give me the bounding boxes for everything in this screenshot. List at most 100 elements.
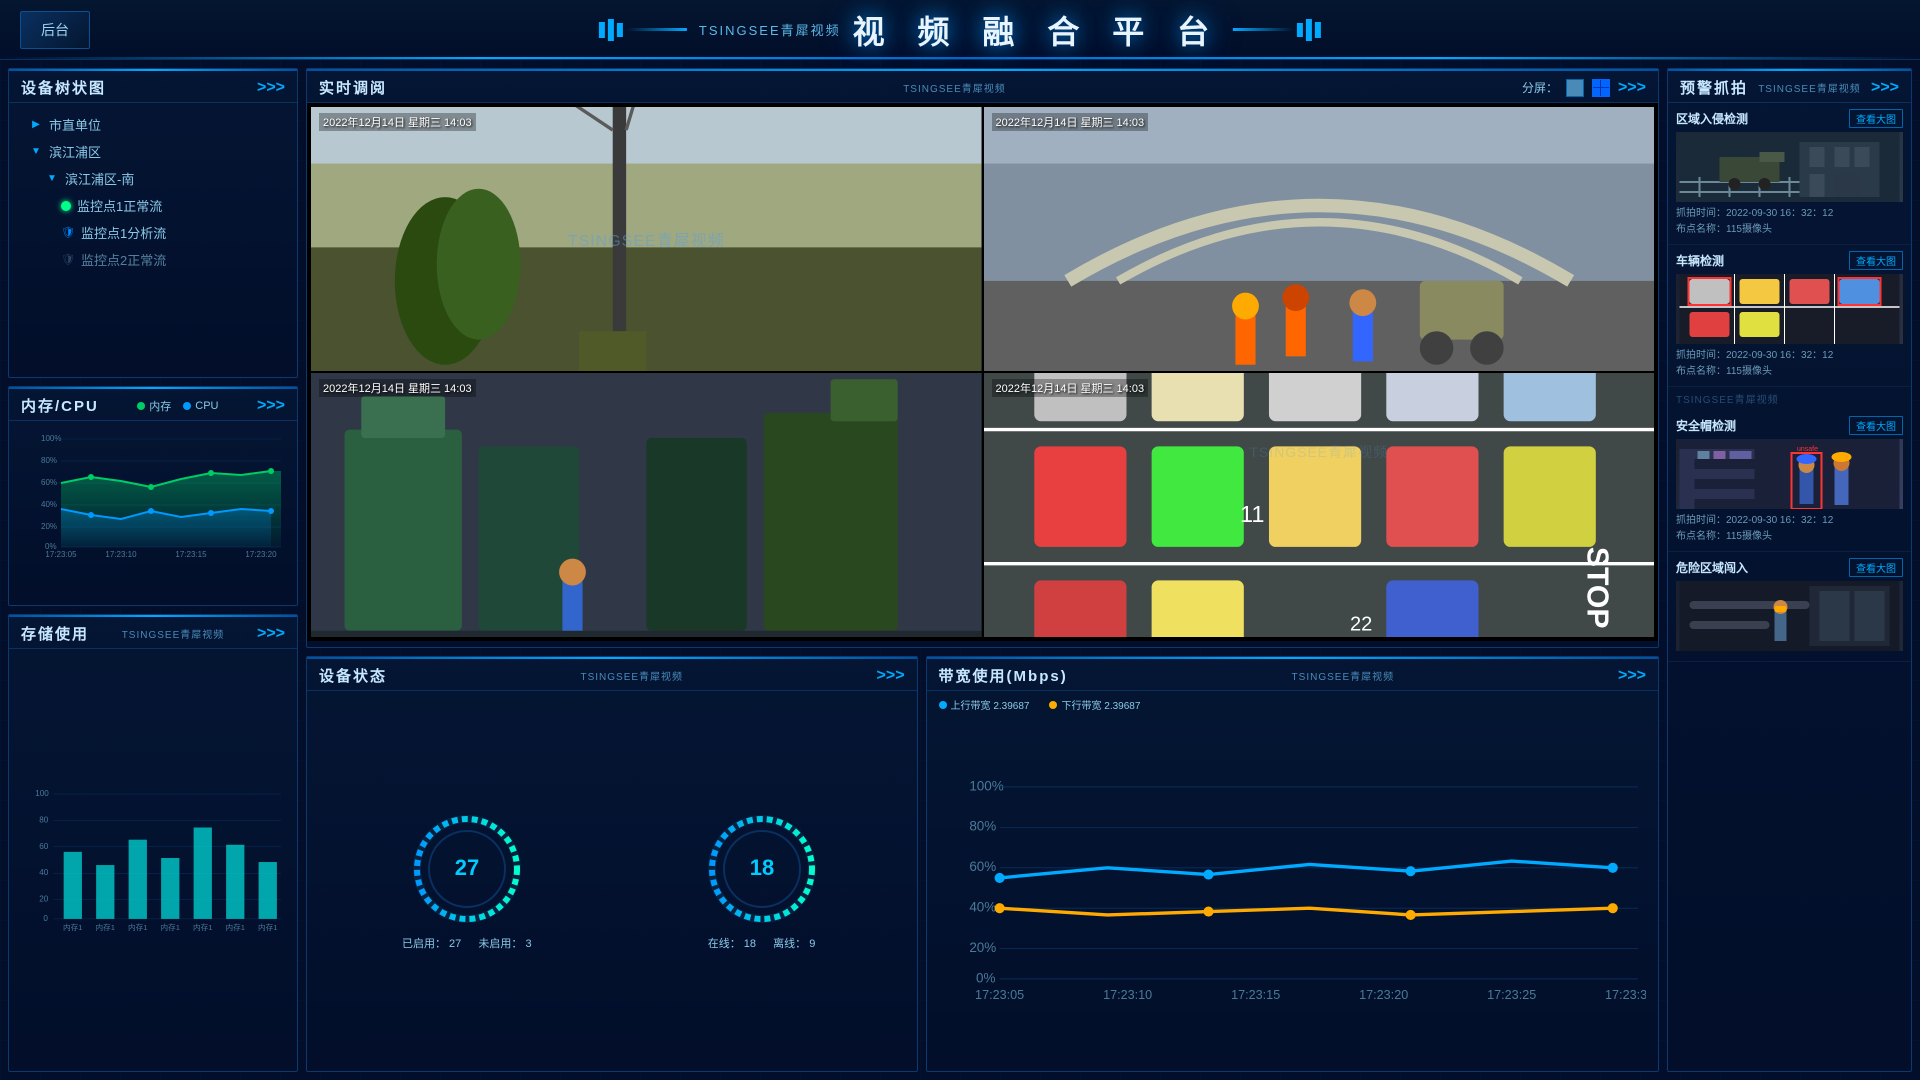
svg-text:80: 80	[39, 815, 49, 824]
svg-text:内存1: 内存1	[226, 922, 245, 932]
tree-arrow-down-icon-2: ▼	[45, 172, 59, 186]
gauge-enabled-label-1: 已启用： 27 未启用： 3	[402, 935, 532, 951]
video-panel-title: 实时调阅	[319, 77, 387, 98]
bandwidth-more[interactable]: >>>	[1618, 667, 1646, 685]
split-1-button[interactable]	[1566, 79, 1584, 97]
header-deco-bars-left	[599, 19, 623, 41]
center-column: 实时调阅 TSINGSEE青犀视频 分屏： >>>	[306, 68, 1659, 1072]
split-4-button[interactable]	[1592, 79, 1610, 97]
deco-bar-1	[599, 22, 605, 38]
header-main-title: 视 频 融 合 平 台	[853, 7, 1221, 53]
alert-header: 预警抓拍 TSINGSEE青犀视频 >>>	[1668, 69, 1911, 103]
svg-text:17:23:10: 17:23:10	[105, 550, 137, 559]
alert-vehicle-view-btn[interactable]: 查看大图	[1849, 251, 1903, 270]
alert-zone-scene	[1676, 132, 1903, 202]
tree-item-cam1-analysis[interactable]: 🛡 监控点1分析流	[13, 219, 293, 246]
cpu-legend: CPU	[183, 400, 218, 412]
tree-item-cam1-normal[interactable]: 监控点1正常流	[13, 192, 293, 219]
alert-danger-view-btn[interactable]: 查看大图	[1849, 558, 1903, 577]
gauge-row: 27 已启用： 27 未启用： 3	[307, 691, 917, 1069]
svg-text:40%: 40%	[41, 500, 57, 509]
memory-legend: 内存	[137, 398, 171, 414]
video-scene-parking: STOP 11 22	[984, 373, 1655, 637]
tree-item-cam2-normal[interactable]: 🛡 监控点2正常流	[13, 246, 293, 273]
storage-header: 存储使用 TSINGSEE青犀视频 >>>	[9, 615, 297, 649]
svg-text:17:23:05: 17:23:05	[975, 988, 1024, 1002]
storage-more[interactable]: >>>	[257, 625, 285, 643]
video-cell-4[interactable]: 2022年12月14日 星期三 14:03	[984, 373, 1655, 637]
alert-zone-image	[1676, 132, 1903, 202]
tree-item-pudong[interactable]: ▼ 滨江浦区	[13, 138, 293, 165]
alert-vehicle-image	[1676, 274, 1903, 344]
svg-text:80%: 80%	[969, 819, 996, 834]
alert-helmet-image: unsafe	[1676, 439, 1903, 509]
alert-zone-header: 区域入侵检测 查看大图	[1676, 109, 1903, 128]
alert-vehicle-info: 抓拍时间：2022-09-30 16：32：12 布点名称：115摄像头	[1676, 348, 1903, 380]
svg-text:17:23:20: 17:23:20	[1359, 988, 1408, 1002]
bandwidth-chart-svg: 100% 80% 60% 40% 20% 0%	[939, 716, 1646, 1060]
alert-zone-view-btn[interactable]: 查看大图	[1849, 109, 1903, 128]
svg-text:18: 18	[749, 855, 773, 880]
tree-item-pudong-south[interactable]: ▼ 滨江浦区-南	[13, 165, 293, 192]
svg-text:内存1: 内存1	[193, 922, 212, 932]
svg-text:20%: 20%	[41, 522, 57, 531]
alert-item-zone: 区域入侵检测 查看大图	[1668, 103, 1911, 245]
tree-item-city[interactable]: ▶ 市直单位	[13, 111, 293, 138]
video-scene-construction	[311, 107, 982, 371]
storage-title: 存储使用	[21, 623, 89, 644]
header-logo: TSINGSEE青犀视频	[699, 20, 841, 39]
cam1-normal-status-icon	[61, 201, 71, 211]
split-cell-2	[1601, 80, 1609, 88]
tree-arrow-down-icon-1: ▼	[29, 145, 43, 159]
deco-bar-3	[617, 23, 623, 37]
cpu-legend-dot	[183, 402, 191, 410]
device-status-panel: 设备状态 TSINGSEE青犀视频 >>>	[306, 656, 918, 1072]
gauge-enabled-svg: 27	[407, 809, 527, 929]
device-tree-header: 设备树状图 >>>	[9, 69, 297, 103]
svg-text:60%: 60%	[969, 859, 996, 874]
video-cell-1[interactable]: 2022年12月14日 星期三 14:03	[311, 107, 982, 371]
alert-logo: TSINGSEE青犀视频	[1758, 80, 1861, 95]
bandwidth-header: 带宽使用(Mbps) TSINGSEE青犀视频 >>>	[927, 657, 1658, 691]
svg-text:17:23:30: 17:23:30	[1605, 988, 1646, 1002]
alert-helmet-view-btn[interactable]: 查看大图	[1849, 416, 1903, 435]
alert-helmet-time: 抓拍时间：2022-09-30 16：32：12	[1676, 513, 1903, 529]
cpu-memory-panel: 内存/CPU 内存 CPU >>> 100% 80%	[8, 386, 298, 606]
video-timestamp-4: 2022年12月14日 星期三 14:03	[992, 379, 1149, 397]
svg-text:17:23:15: 17:23:15	[1231, 988, 1280, 1002]
cpu-memory-title: 内存/CPU	[21, 395, 99, 416]
alert-vehicle-scene	[1676, 274, 1903, 344]
device-status-header: 设备状态 TSINGSEE青犀视频 >>>	[307, 657, 917, 691]
bandwidth-panel: 带宽使用(Mbps) TSINGSEE青犀视频 >>> 上行带宽 2.39687…	[926, 656, 1659, 1072]
header-deco-line-left	[627, 28, 687, 31]
video-cell-3[interactable]: 2022年12月14日 星期三 14:03	[311, 373, 982, 637]
memory-legend-label: 内存	[149, 398, 171, 414]
alert-helmet-camera: 布点名称：115摄像头	[1676, 529, 1903, 545]
device-tree-more[interactable]: >>>	[257, 79, 285, 97]
svg-text:内存1: 内存1	[63, 922, 82, 932]
alert-item-danger: 危险区域闯入 查看大图	[1668, 552, 1911, 662]
svg-text:内存1: 内存1	[128, 922, 147, 932]
svg-text:27: 27	[455, 855, 479, 880]
video-timestamp-3: 2022年12月14日 星期三 14:03	[319, 379, 476, 397]
device-tree-title: 设备树状图	[21, 77, 106, 98]
svg-text:40%: 40%	[969, 900, 996, 915]
storage-logo: TSINGSEE青犀视频	[122, 626, 225, 641]
deco-bar-6	[1315, 22, 1321, 38]
cpu-panel-more[interactable]: >>>	[257, 397, 285, 415]
tree-arrow-right-icon: ▶	[29, 118, 43, 132]
back-button[interactable]: 后台	[20, 11, 90, 49]
tree-label-cam1-analysis: 监控点1分析流	[81, 223, 166, 242]
video-cell-2[interactable]: 2022年12月14日 星期三 14:03	[984, 107, 1655, 371]
header-title-group: TSINGSEE青犀视频 视 频 融 合 平 台	[599, 7, 1321, 53]
svg-text:内存1: 内存1	[161, 922, 180, 932]
right-column: 预警抓拍 TSINGSEE青犀视频 >>> 区域入侵检测 查看大图	[1667, 68, 1912, 1072]
video-header: 实时调阅 TSINGSEE青犀视频 分屏： >>>	[307, 69, 1658, 103]
svg-text:0: 0	[43, 914, 48, 923]
download-legend: 下行带宽 2.39687	[1049, 697, 1140, 712]
alert-more[interactable]: >>>	[1871, 79, 1899, 97]
video-more[interactable]: >>>	[1618, 79, 1646, 97]
device-status-more[interactable]: >>>	[877, 667, 905, 685]
header: 后台 TSINGSEE青犀视频 视 频 融 合 平 台	[0, 0, 1920, 60]
video-scene-street	[984, 107, 1655, 371]
